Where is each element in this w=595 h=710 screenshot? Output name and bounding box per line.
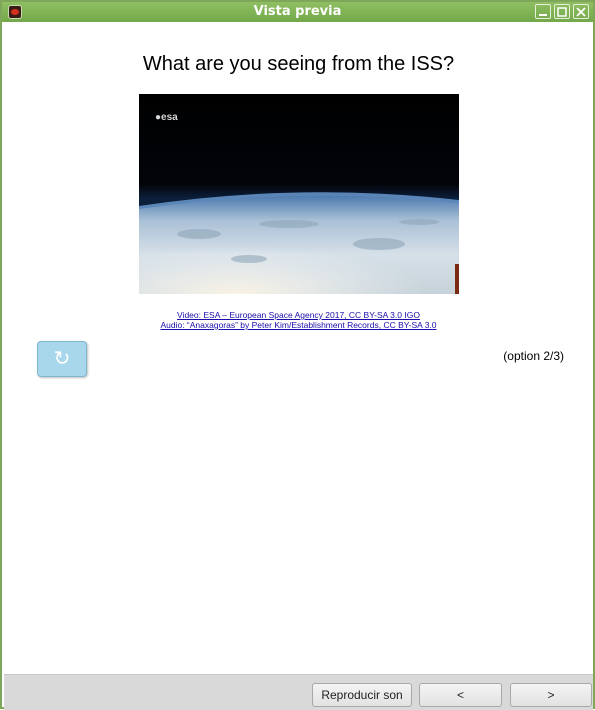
play-sound-button[interactable]: Reproducir son <box>312 683 412 707</box>
footer-bar: Reproducir son < > <box>4 674 593 710</box>
next-button[interactable]: > <box>510 683 592 707</box>
maximize-icon <box>557 7 567 17</box>
esa-logo-text: esa <box>161 112 178 123</box>
video-player[interactable]: ●esa <box>139 94 459 294</box>
maximize-button[interactable] <box>554 4 570 19</box>
previous-button[interactable]: < <box>419 683 502 707</box>
earth-from-iss-image <box>139 94 459 294</box>
close-icon <box>576 7 586 17</box>
preview-content: What are you seeing from the ISS? ●esa V… <box>4 22 593 674</box>
minimize-icon <box>539 14 547 16</box>
title-bar[interactable]: Vista previa <box>2 2 593 22</box>
audio-credit-link[interactable]: Audio: “Anaxagoras” by Peter Kim/Establi… <box>4 320 593 330</box>
replay-button[interactable]: ↻ <box>37 341 87 377</box>
question-title: What are you seeing from the ISS? <box>142 53 455 75</box>
preview-window: Vista previa What are you seeing from th… <box>0 0 595 710</box>
video-credit-link[interactable]: Video: ESA – European Space Agency 2017,… <box>4 310 593 320</box>
option-counter: (option 2/3) <box>503 349 564 363</box>
esa-logo: ●esa <box>155 112 178 123</box>
close-button[interactable] <box>573 4 589 19</box>
window-title: Vista previa <box>253 4 342 19</box>
minimize-button[interactable] <box>535 4 551 19</box>
replay-icon: ↻ <box>53 346 71 370</box>
media-credits: Video: ESA – European Space Agency 2017,… <box>4 310 593 330</box>
